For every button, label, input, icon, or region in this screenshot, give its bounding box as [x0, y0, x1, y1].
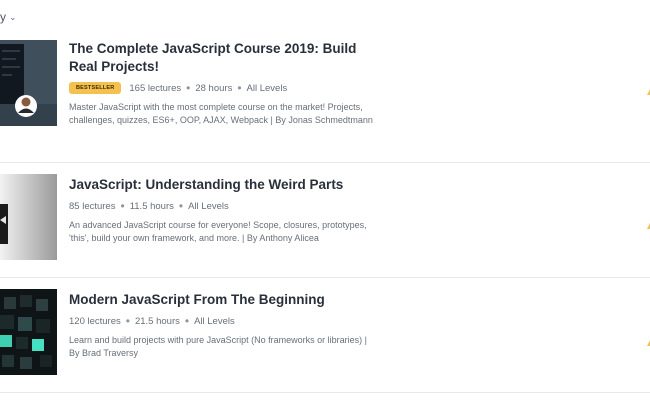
sort-dropdown[interactable]: y ⌄ — [0, 8, 17, 26]
star-icon: ▲ — [645, 87, 650, 98]
course-meta: 120 lectures • 21.5 hours • All Levels — [69, 314, 379, 328]
course-title[interactable]: Modern JavaScript From The Beginning — [69, 291, 379, 309]
course-hours: 11.5 hours — [129, 200, 174, 212]
course-hours: 21.5 hours — [134, 315, 180, 327]
course-card[interactable]: Modern JavaScript From The Beginning 120… — [0, 277, 650, 393]
separator-dot: • — [186, 81, 191, 95]
separator-dot: • — [237, 81, 242, 95]
course-description: Learn and build projects with pure JavaS… — [69, 335, 367, 358]
separator-dot: • — [184, 314, 190, 328]
star-icon: ▲ — [645, 221, 650, 232]
course-card[interactable]: JavaScript: Understanding the Weird Part… — [0, 162, 650, 278]
separator-dot: • — [178, 199, 184, 213]
course-meta: BESTSELLER 165 lectures • 28 hours • All… — [69, 81, 379, 95]
course-level: All Levels — [246, 82, 288, 94]
course-meta: 85 lectures • 11.5 hours • All Levels — [69, 199, 379, 213]
lecture-count: 120 lectures — [69, 315, 121, 327]
course-description: An advanced JavaScript course for everyo… — [69, 220, 367, 243]
lecture-count: 85 lectures — [69, 200, 116, 212]
course-level: All Levels — [188, 200, 229, 212]
course-title[interactable]: The Complete JavaScript Course 2019: Bui… — [69, 40, 379, 76]
course-hours: 28 hours — [195, 82, 233, 94]
course-thumbnail[interactable] — [0, 174, 57, 260]
course-thumbnail[interactable] — [0, 40, 57, 126]
course-description: Master JavaScript with the most complete… — [69, 102, 373, 125]
course-level: All Levels — [194, 315, 235, 327]
chevron-down-icon: ⌄ — [9, 11, 17, 22]
sort-label: y — [0, 10, 6, 24]
course-thumbnail[interactable] — [0, 289, 57, 375]
course-title[interactable]: JavaScript: Understanding the Weird Part… — [69, 176, 379, 194]
separator-dot: • — [125, 314, 130, 328]
lecture-count: 165 lectures — [129, 82, 182, 94]
bestseller-badge: BESTSELLER — [69, 82, 122, 94]
course-card[interactable]: The Complete JavaScript Course 2019: Bui… — [0, 36, 650, 163]
star-icon: ▲ — [645, 338, 650, 349]
separator-dot: • — [120, 199, 125, 213]
